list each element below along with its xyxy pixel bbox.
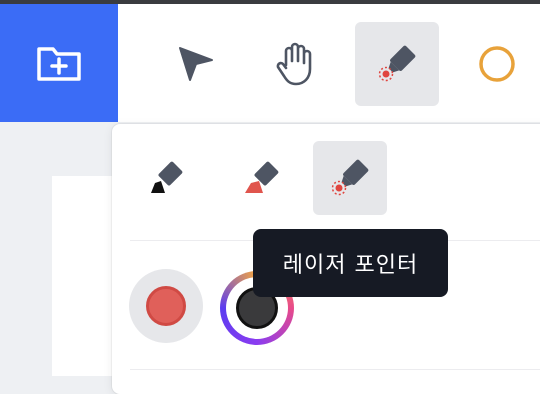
pointer-arrow-icon [179,47,213,81]
hand-icon [276,42,312,86]
marker-pen-icon [151,161,183,193]
laser-pointer-icon [378,45,416,82]
circle-tool-button[interactable] [455,22,539,106]
folder-plus-icon [37,47,81,81]
highlighter-button[interactable] [225,141,299,215]
highlighter-icon [245,161,279,193]
color-red-swatch [146,286,186,326]
laser-pointer-tool-button[interactable] [355,22,439,106]
laser-pointer-button[interactable] [313,141,387,215]
select-tool-button[interactable] [154,22,238,106]
tooltip: 레이저 포인터 [253,229,448,297]
panel-divider-bottom [130,369,540,370]
color-swatch-red-selected[interactable] [129,269,203,343]
laser-pointer-icon [331,159,369,196]
marker-pen-button[interactable] [129,141,203,215]
hand-tool-button[interactable] [254,22,338,106]
circle-icon [479,46,515,82]
new-folder-button[interactable] [0,4,118,122]
